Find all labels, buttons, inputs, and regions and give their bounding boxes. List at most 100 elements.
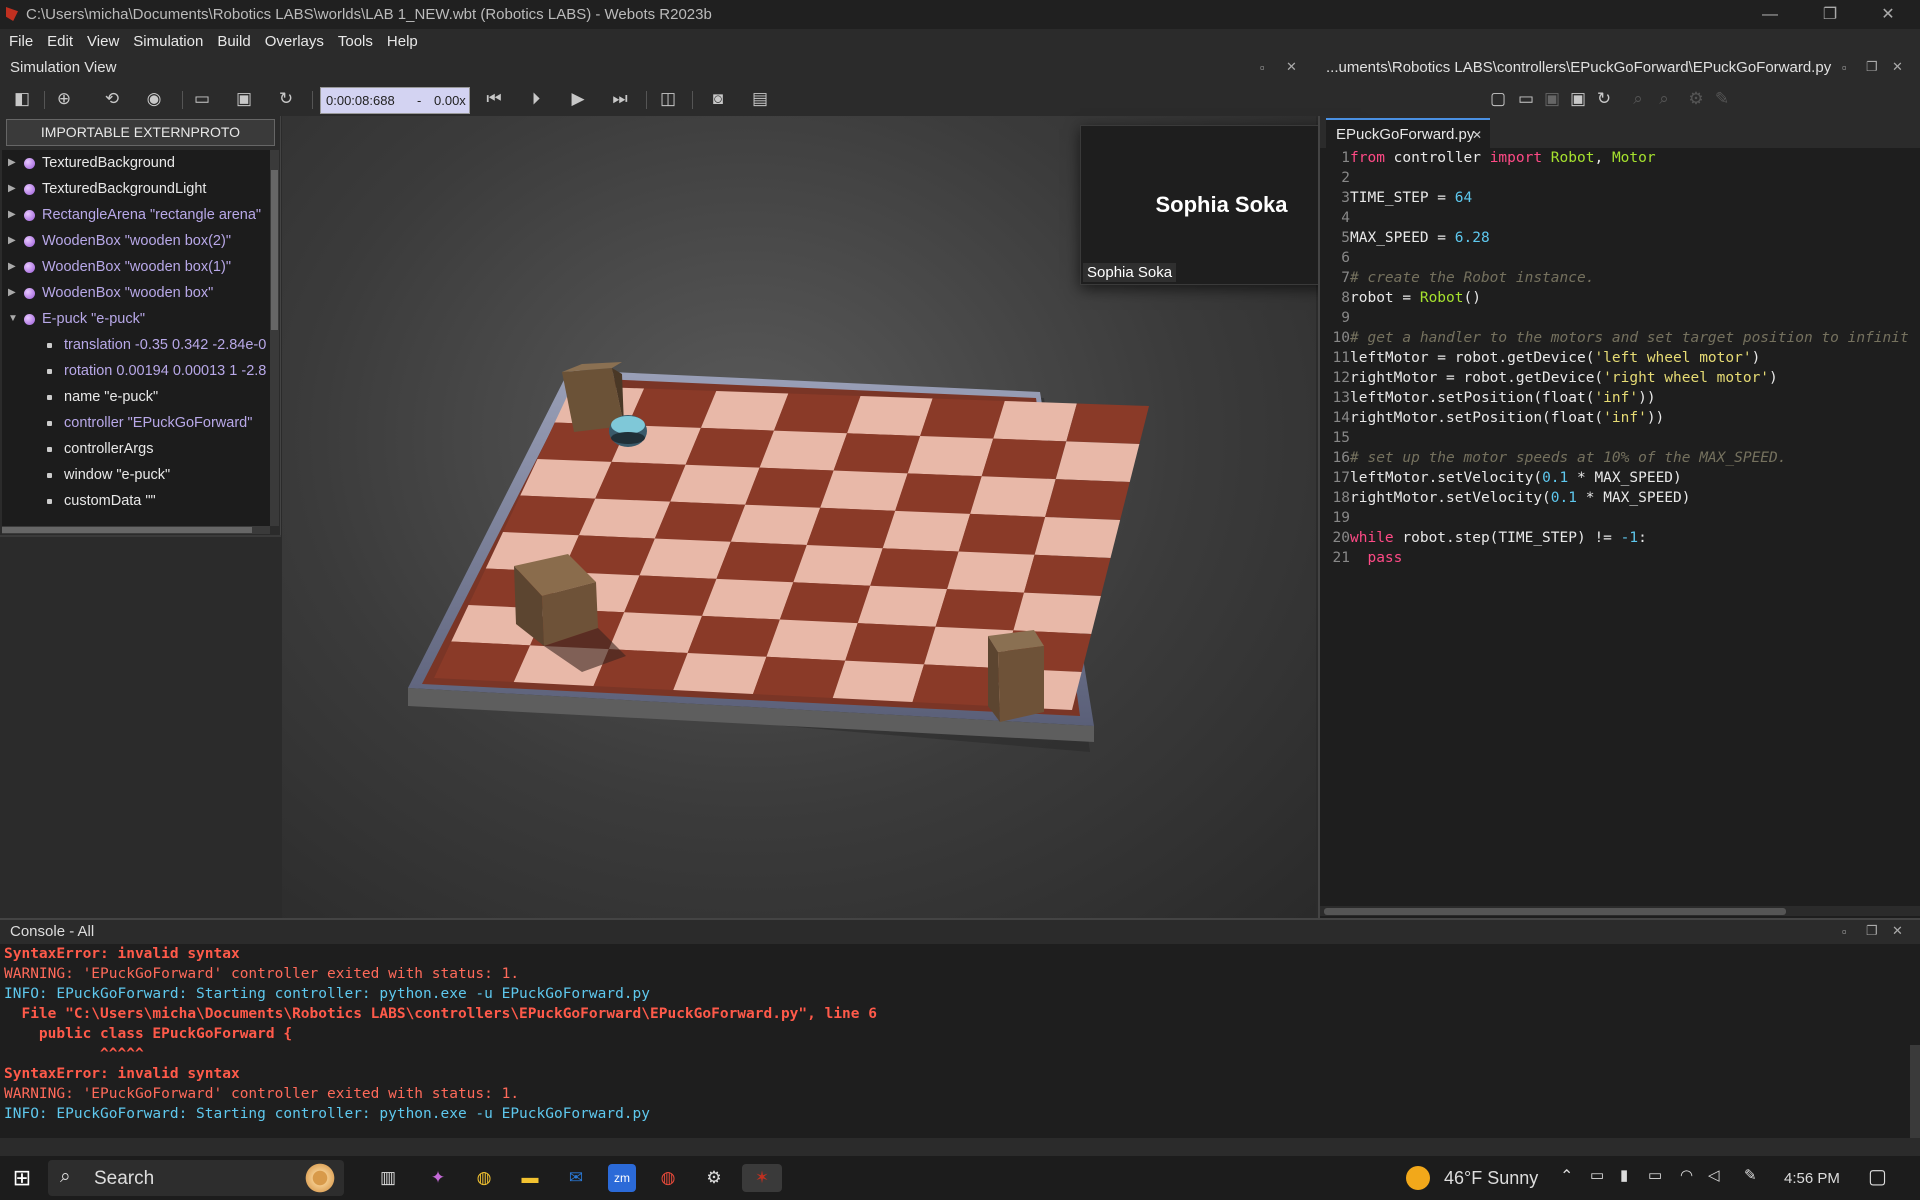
code-area[interactable]: 1 from controller import Robot, Motor 2 3 TI… [1320,150,1920,890]
menu-edit[interactable]: Edit [38,29,78,50]
record-movie-icon[interactable]: ▤ [748,87,772,111]
pen-icon[interactable]: ✎ [1744,1166,1757,1184]
menu-simulation[interactable]: Simulation [124,29,208,50]
replace-icon[interactable]: ⌕ [1652,87,1676,111]
close-button[interactable]: ✕ [1858,0,1918,29]
fast-forward-icon[interactable]: ⏭ [608,87,632,111]
scene-tree-hscrollbar[interactable] [2,526,270,534]
taskbar-search[interactable]: ⌕ Search [48,1160,344,1196]
chrome-profile-icon[interactable]: ◍ [654,1164,682,1192]
editor-hscrollbar[interactable] [1320,906,1920,916]
scrollbar-thumb[interactable] [271,170,278,330]
code-line[interactable]: rightMotor.setPosition(float('inf')) [1350,410,1664,426]
find-icon[interactable]: ⌕ [1626,87,1650,111]
tab-close-icon[interactable]: ✕ [1472,120,1482,150]
code-line[interactable]: pass [1350,550,1402,566]
expand-arrow-icon[interactable]: ▶ [8,254,16,280]
menu-build[interactable]: Build [208,29,255,50]
reload-node-icon[interactable]: ⟲ [100,87,124,111]
float-panel-icon[interactable]: ▫ [1842,924,1847,939]
open-world-icon[interactable]: ▭ [190,87,214,111]
tab-epuckgoforward[interactable]: EPuckGoForward.py ✕ [1326,118,1490,148]
settings-gear-icon[interactable]: ⚙ [700,1164,728,1192]
code-line[interactable]: leftMotor.setVelocity(0.1 * MAX_SPEED) [1350,470,1682,486]
expand-arrow-icon[interactable]: ▼ [8,306,18,332]
code-line[interactable]: # get a handler to the motors and set ta… [1350,330,1909,346]
maximize-panel-icon[interactable]: ❐ [1866,923,1878,939]
zoom-icon[interactable]: zm [608,1164,636,1192]
new-file-icon[interactable]: ▢ [1486,87,1510,111]
webots-taskbar-icon[interactable]: ✶ [742,1164,782,1192]
notification-icon[interactable]: ▢ [1868,1164,1887,1189]
build-gear-icon[interactable]: ⚙ [1684,87,1708,111]
scrollbar-thumb[interactable] [2,527,252,533]
restore-button[interactable]: ❐ [1800,0,1860,29]
expand-arrow-icon[interactable]: ▶ [8,202,16,228]
file-explorer-icon[interactable]: ▬ [516,1164,544,1192]
line-number: 2 [1341,170,1350,186]
meet-now-icon[interactable]: ▭ [1590,1166,1604,1184]
outlook-icon[interactable]: ✉ [562,1164,590,1192]
code-line[interactable]: leftMotor = robot.getDevice('left wheel … [1350,350,1760,366]
battery-icon[interactable]: ▭ [1648,1166,1662,1184]
close-panel-icon[interactable]: ✕ [1892,923,1903,939]
clean-icon[interactable]: ✎ [1710,87,1734,111]
add-node-icon[interactable]: ⊕ [52,87,76,111]
code-line[interactable]: rightMotor.setVelocity(0.1 * MAX_SPEED) [1350,490,1691,506]
3d-view[interactable]: Sophia Soka Sophia Soka [282,116,1361,918]
code-line[interactable]: leftMotor.setPosition(float('inf')) [1350,390,1656,406]
maximize-panel-icon[interactable]: ❐ [1866,59,1878,75]
expand-arrow-icon[interactable]: ▶ [8,150,16,176]
code-line[interactable]: from controller import Robot, Motor [1350,150,1656,166]
microphone-icon[interactable]: ▮ [1620,1166,1628,1184]
copilot-icon[interactable]: ✦ [424,1164,452,1192]
expand-arrow-icon[interactable]: ▶ [8,228,16,254]
weather-text[interactable]: 46°F Sunny [1444,1168,1538,1189]
run-icon[interactable]: ▶ [566,87,590,111]
menu-view[interactable]: View [78,29,124,50]
code-line[interactable]: rightMotor = robot.getDevice('right whee… [1350,370,1778,386]
code-line[interactable]: MAX_SPEED = 6.28 [1350,230,1490,246]
minimize-button[interactable]: — [1740,0,1800,29]
menu-help[interactable]: Help [378,29,423,50]
floor-tile [639,538,731,579]
menu-tools[interactable]: Tools [329,29,378,50]
chrome-icon[interactable]: ◍ [470,1164,498,1192]
task-view-icon[interactable]: ▥ [374,1164,402,1192]
console-scrollbar[interactable] [1910,1045,1920,1138]
step-icon[interactable]: ⏵ [524,87,548,111]
importable-externproto-button[interactable]: IMPORTABLE EXTERNPROTO [6,119,275,146]
save-world-icon[interactable]: ▣ [232,87,256,111]
reload-world-icon[interactable]: ↻ [274,87,298,111]
code-line[interactable]: TIME_STEP = 64 [1350,190,1472,206]
code-line[interactable]: robot = Robot() [1350,290,1481,306]
revert-file-icon[interactable]: ↻ [1592,87,1616,111]
code-line[interactable]: while robot.step(TIME_STEP) != -1: [1350,530,1647,546]
volume-icon[interactable]: ◁ [1708,1166,1720,1184]
visibility-eye-icon[interactable]: ◉ [142,87,166,111]
close-panel-icon[interactable]: ✕ [1892,59,1903,75]
screenshot-camera-icon[interactable]: ◙ [706,87,730,111]
reset-simulation-icon[interactable]: ⏮ [482,87,506,111]
scene-tree-scrollbar[interactable] [270,150,279,526]
expand-arrow-icon[interactable]: ▶ [8,280,16,306]
rendering-toggle-icon[interactable]: ◫ [656,87,680,111]
clock-time[interactable]: 4:56 PM [1784,1170,1840,1187]
separator [182,91,183,109]
save-as-icon[interactable]: ▣ [1566,87,1590,111]
wifi-icon[interactable]: ◠ [1680,1166,1693,1184]
code-line[interactable]: # create the Robot instance. [1350,270,1594,286]
expand-arrow-icon[interactable]: ▶ [8,176,16,202]
open-file-icon[interactable]: ▭ [1514,87,1538,111]
toggle-scene-tree-icon[interactable]: ◧ [10,87,34,111]
start-windows-icon[interactable]: ⊞ [8,1164,36,1192]
float-panel-icon[interactable]: ▫ [1842,60,1847,75]
close-panel-icon[interactable]: ✕ [1286,59,1297,75]
save-file-icon[interactable]: ▣ [1540,87,1564,111]
scrollbar-thumb[interactable] [1324,908,1786,915]
menu-file[interactable]: File [0,29,38,50]
float-panel-icon[interactable]: ▫ [1260,60,1265,75]
menu-overlays[interactable]: Overlays [256,29,329,50]
show-hidden-icons-chevron-icon[interactable]: ⌃ [1560,1166,1573,1186]
code-line[interactable]: # set up the motor speeds at 10% of the … [1350,450,1787,466]
